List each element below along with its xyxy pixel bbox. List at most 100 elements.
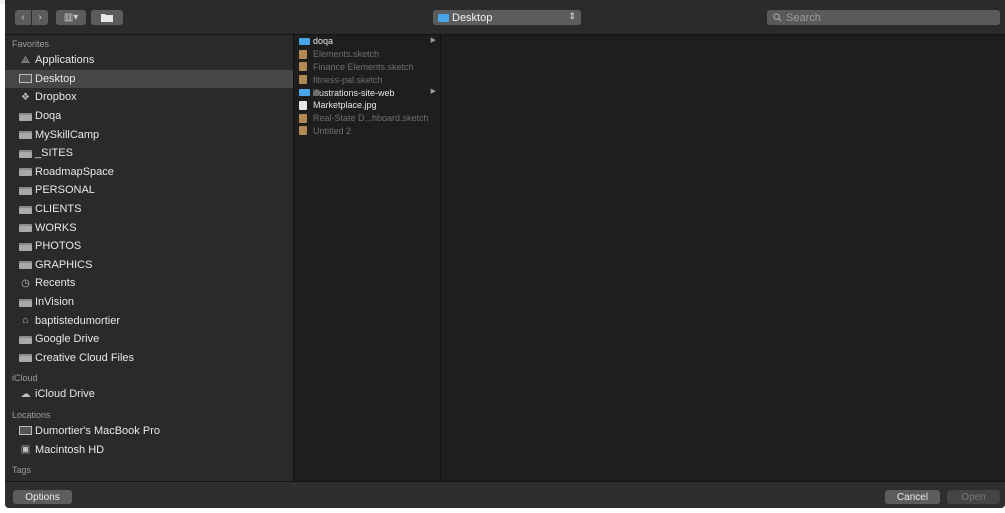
file-name: Marketplace.jpg	[313, 100, 377, 111]
folder-icon	[19, 205, 32, 214]
sidebar-item-google-drive[interactable]: Google Drive	[5, 330, 293, 349]
sidebar-item-doqa[interactable]: Doqa	[5, 107, 293, 126]
sidebar-item-label: Dumortier's MacBook Pro	[35, 424, 160, 437]
sidebar-item-clients[interactable]: CLIENTS	[5, 200, 293, 219]
recents-icon: ◷	[21, 277, 30, 289]
sidebar-item-label: CLIENTS	[35, 203, 82, 216]
search-input[interactable]	[782, 11, 986, 24]
sidebar-item-label: Creative Cloud Files	[35, 351, 135, 364]
updown-chevron-icon: ⇕	[568, 11, 576, 21]
folder-icon	[19, 131, 32, 140]
folder-icon	[19, 335, 32, 344]
sidebar-item-label: RoadmapSpace	[35, 165, 114, 178]
sidebar-item-sites[interactable]: _SITES	[5, 144, 293, 163]
view-mode-button[interactable]: ▥▾	[56, 10, 86, 25]
location-dropdown[interactable]: Desktop ⇕	[433, 10, 581, 25]
folder-icon	[299, 37, 310, 45]
file-row[interactable]: Untitled 2	[294, 125, 440, 138]
file-row[interactable]: fitness-pal.sketch	[294, 73, 440, 86]
sidebar-item-macintosh-hd[interactable]: ▣ Macintosh HD	[5, 440, 293, 459]
sidebar-item-label: Macintosh HD	[35, 443, 105, 456]
open-file-dialog: ‹ › ▥▾ Desktop ⇕ Favorites ⟁Applica	[5, 0, 1005, 508]
dropbox-icon: ❖	[21, 91, 30, 103]
folder-icon	[19, 224, 32, 233]
sketch-file-icon	[299, 75, 307, 85]
sidebar-item-desktop[interactable]: Desktop	[5, 69, 293, 89]
new-folder-button[interactable]	[91, 10, 123, 25]
sidebar-item-label: Recents	[35, 277, 76, 290]
sidebar-item-photos[interactable]: PHOTOS	[5, 237, 293, 256]
folder-row[interactable]: doqa ▶	[294, 35, 440, 48]
folder-icon	[19, 242, 32, 251]
folder-icon	[19, 298, 32, 307]
folder-icon	[299, 89, 310, 97]
sidebar-item-label: WORKS	[35, 221, 77, 234]
sidebar-item-label: baptistedumortier	[35, 314, 120, 327]
sidebar-item-applications[interactable]: ⟁ Applications	[5, 51, 293, 70]
sidebar-item-myskillcamp[interactable]: MySkillCamp	[5, 125, 293, 144]
cancel-button[interactable]: Cancel	[885, 490, 940, 504]
applications-icon: ⟁	[21, 54, 30, 66]
open-button[interactable]: Open	[947, 490, 1000, 504]
file-row[interactable]: Real-State D...hboard.sketch	[294, 112, 440, 125]
disk-icon: ▣	[20, 444, 31, 456]
sidebar-item-label: PHOTOS	[35, 240, 82, 253]
options-button[interactable]: Options	[13, 490, 72, 504]
back-button[interactable]: ‹	[15, 10, 31, 25]
sidebar-item-label: MySkillCamp	[35, 128, 100, 141]
sidebar-item-baptistedumortier[interactable]: ⌂ baptistedumortier	[5, 311, 293, 330]
folder-icon	[19, 149, 32, 158]
file-name: fitness-pal.sketch	[313, 74, 383, 85]
dialog-footer: Options Cancel Open	[5, 481, 1005, 508]
sidebar-item-label: _SITES	[35, 147, 73, 160]
sidebar-item-icloud-drive[interactable]: ☁ iCloud Drive	[5, 385, 293, 404]
sidebar-item-label: PERSONAL	[35, 184, 95, 197]
columns-view-icon: ▥▾	[63, 12, 79, 23]
file-name: illustrations-site-web	[313, 87, 395, 98]
sidebar-item-personal[interactable]: PERSONAL	[5, 181, 293, 200]
search-field[interactable]	[767, 10, 1000, 25]
file-row[interactable]: Finance Elements.sketch	[294, 61, 440, 74]
sidebar-item-label: InVision	[35, 296, 74, 309]
sidebar-item-invision[interactable]: InVision	[5, 293, 293, 312]
sidebar-item-roadmapspace[interactable]: RoadmapSpace	[5, 163, 293, 182]
chevron-left-icon: ‹	[21, 12, 25, 23]
folder-icon	[101, 14, 113, 22]
sidebar-item-label: GRAPHICS	[35, 258, 93, 271]
sidebar-item-dumortier-s-macbook-pro[interactable]: Dumortier's MacBook Pro	[5, 422, 293, 441]
sidebar-item-dropbox[interactable]: ❖ Dropbox	[5, 88, 293, 107]
file-row[interactable]: Marketplace.jpg	[294, 99, 440, 112]
sidebar-item-works[interactable]: WORKS	[5, 218, 293, 237]
icloud-list: ☁ iCloud Drive	[5, 385, 293, 404]
sketch-file-icon	[299, 62, 307, 72]
file-row[interactable]: Elements.sketch	[294, 48, 440, 61]
sidebar-item-recents[interactable]: ◷ Recents	[5, 274, 293, 293]
folder-row[interactable]: illustrations-site-web ▶	[294, 86, 440, 99]
sidebar-section-icloud: iCloud	[12, 373, 38, 384]
sidebar-item-label: Desktop	[35, 72, 76, 85]
cloud-icon: ☁	[20, 388, 31, 400]
sketch-file-icon	[299, 113, 307, 123]
sidebar-item-graphics[interactable]: GRAPHICS	[5, 256, 293, 275]
forward-button[interactable]: ›	[32, 10, 48, 25]
sidebar-item-creative-cloud-files[interactable]: Creative Cloud Files	[5, 349, 293, 368]
folder-icon	[19, 112, 32, 121]
chevron-right-icon: ›	[38, 12, 42, 23]
sketch-file-icon	[299, 126, 307, 136]
favorites-list: ⟁ Applications Desktop ❖ Dropbox Doqa MySkillC…	[5, 51, 293, 367]
folder-icon	[19, 168, 32, 177]
locations-list: Dumortier's MacBook Pro ▣ Macintosh HD	[5, 422, 293, 459]
image-file-icon	[299, 100, 307, 110]
sidebar-section-locations: Locations	[12, 409, 51, 420]
file-name: doqa	[313, 36, 334, 47]
location-dropdown-label: Desktop	[452, 11, 493, 24]
folder-icon	[19, 186, 32, 195]
sidebar-item-label: Google Drive	[35, 333, 100, 346]
sidebar-item-label: Doqa	[35, 110, 62, 123]
disclosure-arrow-icon: ▶	[430, 88, 436, 96]
sidebar-item-label: Dropbox	[35, 91, 77, 104]
desktop-icon	[19, 74, 32, 84]
folder-icon	[19, 261, 32, 270]
file-name: Real-State D...hboard.sketch	[313, 113, 429, 124]
file-name: Elements.sketch	[313, 49, 380, 60]
